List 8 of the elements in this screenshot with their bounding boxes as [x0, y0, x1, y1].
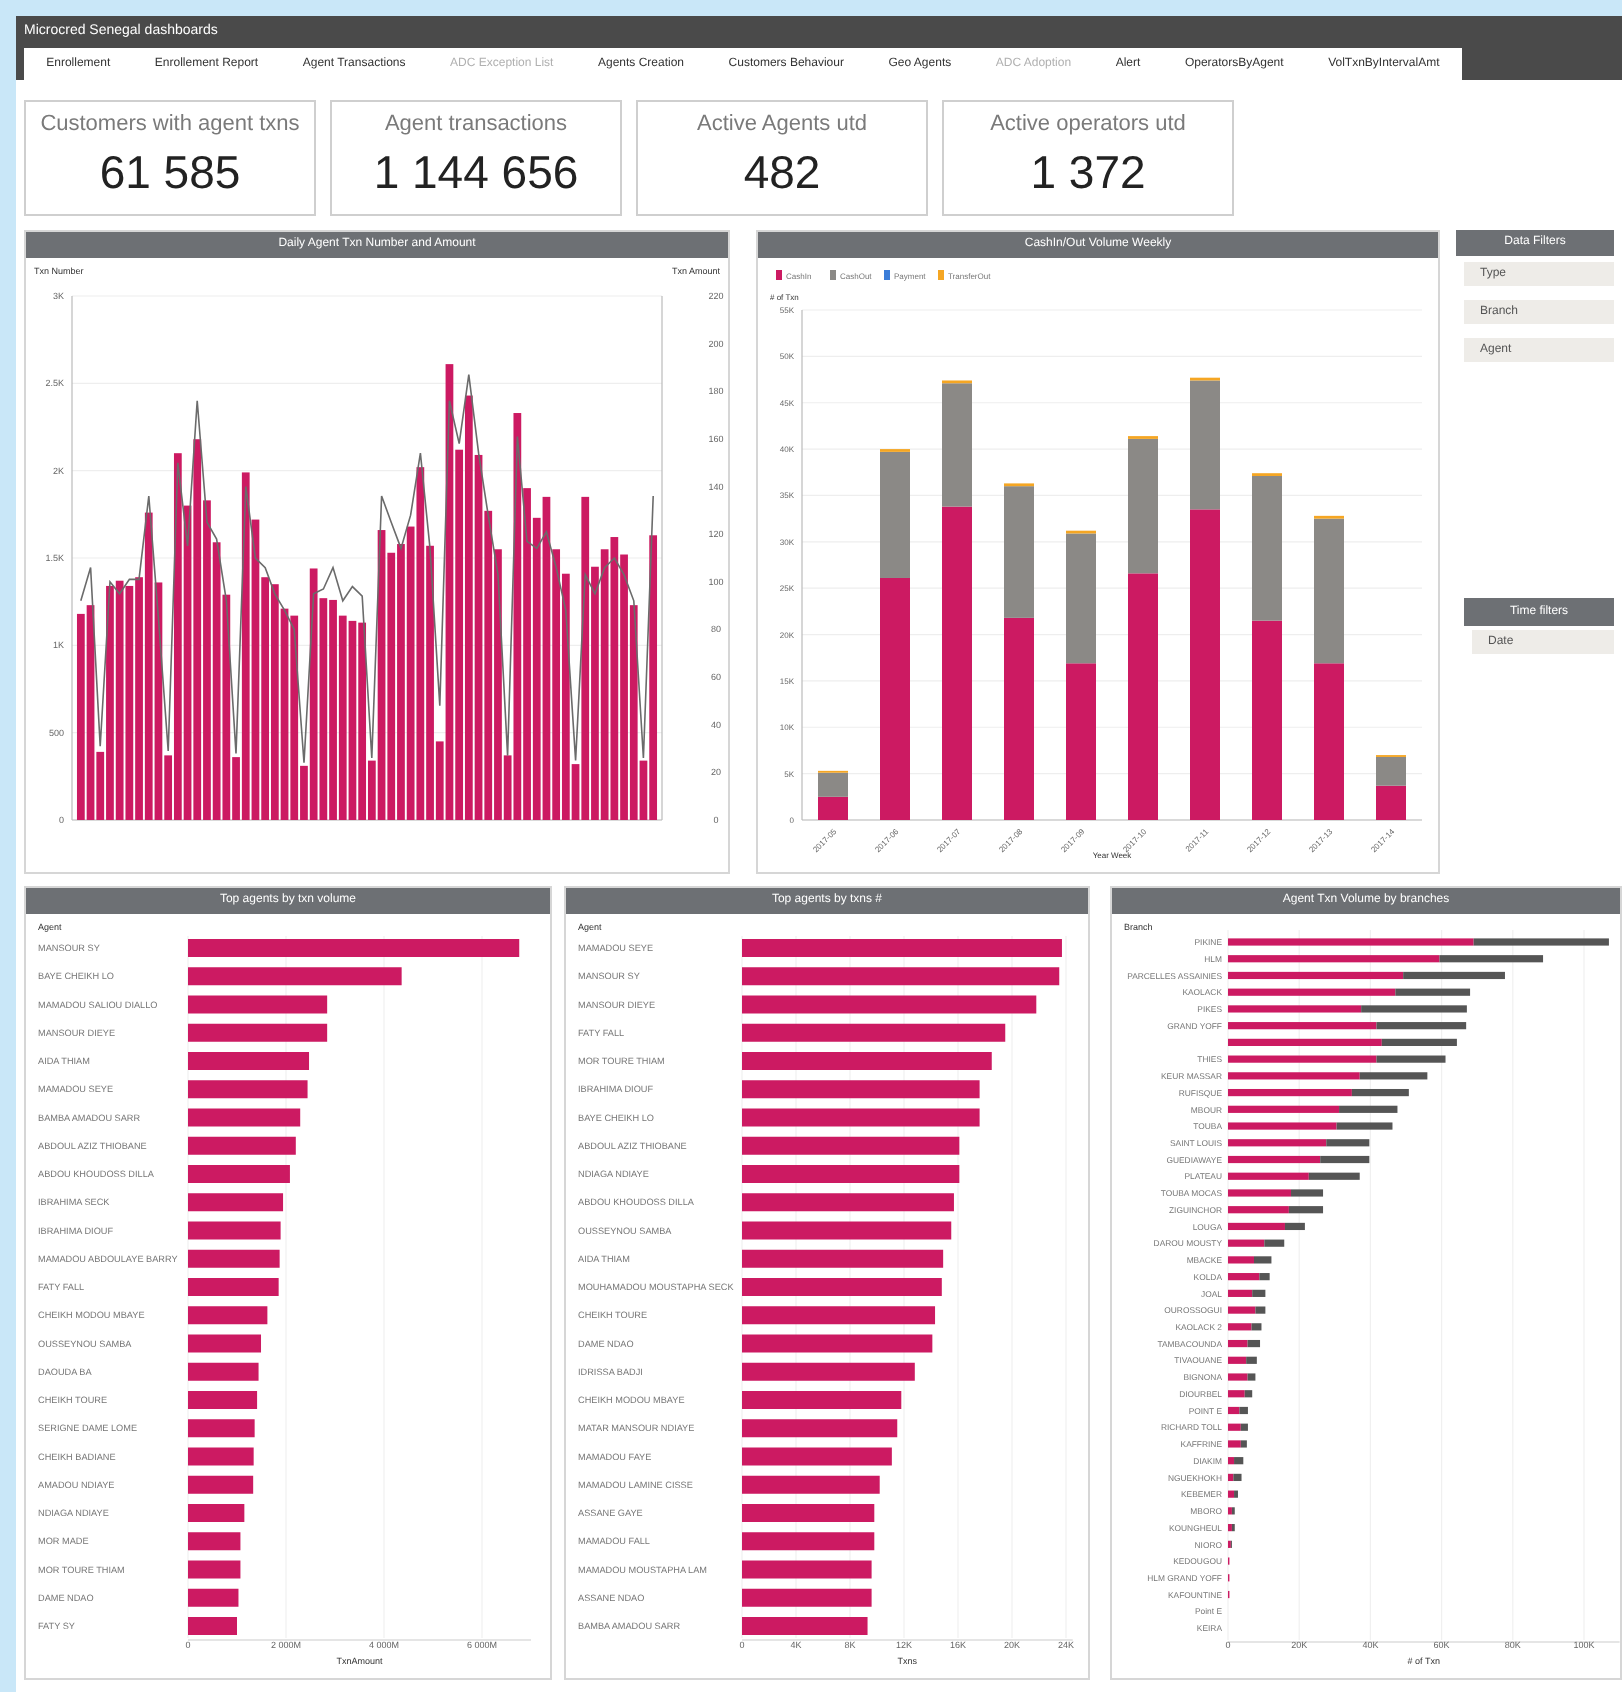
kpi-label: Active Agents utd: [697, 110, 867, 140]
kpi-value: 1 144 656: [373, 149, 579, 195]
kpi-label: Agent transactions: [384, 110, 568, 140]
kpi-value: 482: [743, 149, 821, 195]
kpi-value: 1 372: [1030, 149, 1146, 195]
kpi-value: 61 585: [99, 149, 241, 195]
kpi-label: Active operators utd: [990, 110, 1186, 140]
kpi-label: Customers with agent txns: [40, 110, 300, 140]
